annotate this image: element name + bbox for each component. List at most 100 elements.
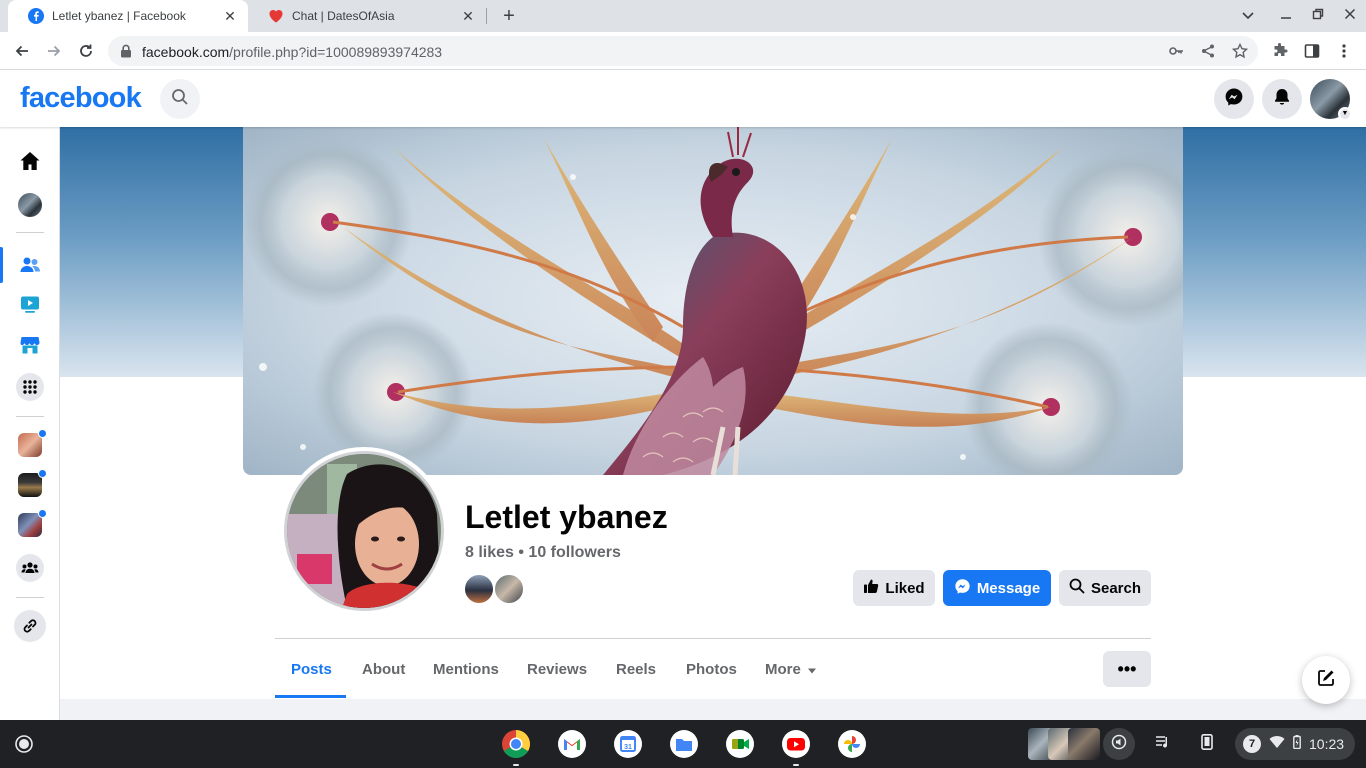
youtube-app-icon[interactable] bbox=[780, 728, 812, 766]
peacock-cover-image bbox=[243, 127, 1183, 475]
running-indicator bbox=[513, 764, 519, 766]
photos-app-icon[interactable] bbox=[836, 728, 868, 760]
profile-likes-followers[interactable]: 8 likes • 10 followers bbox=[465, 544, 621, 562]
sound-status-button[interactable] bbox=[1103, 728, 1135, 760]
watch-video-icon[interactable] bbox=[17, 291, 43, 317]
system-tray-button[interactable]: 7 10:23 bbox=[1235, 728, 1355, 760]
home-icon[interactable] bbox=[17, 148, 43, 174]
tab-more[interactable]: More bbox=[765, 661, 817, 678]
message-button[interactable]: Message bbox=[943, 570, 1051, 606]
profile-photo-image bbox=[287, 454, 441, 608]
close-tab-icon[interactable]: ✕ bbox=[222, 8, 238, 24]
liked-label: Liked bbox=[885, 579, 925, 597]
tab-reels[interactable]: Reels bbox=[616, 661, 656, 678]
facebook-search-button[interactable] bbox=[160, 79, 200, 119]
url-path: /profile.php?id=100089893974283 bbox=[229, 44, 443, 60]
search-label: Search bbox=[1090, 579, 1142, 597]
facebook-logo[interactable]: facebook bbox=[20, 82, 142, 115]
bell-icon bbox=[1272, 87, 1292, 112]
shortcut-page-2-avatar[interactable] bbox=[18, 469, 47, 497]
calendar-app-icon[interactable]: 31 bbox=[612, 728, 644, 760]
marketplace-icon[interactable] bbox=[17, 332, 43, 358]
tab-facebook[interactable]: Letlet ybanez | Facebook ✕ bbox=[8, 0, 248, 32]
files-app-icon[interactable] bbox=[668, 728, 700, 760]
unread-dot bbox=[38, 429, 47, 438]
playlist-icon bbox=[1155, 734, 1171, 755]
bookmark-star-icon[interactable] bbox=[1232, 43, 1248, 59]
tab-separator bbox=[486, 8, 487, 24]
profile-divider bbox=[275, 638, 1151, 639]
running-indicator bbox=[793, 764, 799, 766]
minimize-icon[interactable] bbox=[1276, 6, 1296, 26]
close-tab-icon[interactable]: ✕ bbox=[460, 8, 476, 24]
holding-space-thumbnails[interactable] bbox=[1028, 728, 1100, 760]
meet-app-icon[interactable] bbox=[724, 728, 756, 760]
search-icon bbox=[171, 88, 189, 111]
tab-reviews[interactable]: Reviews bbox=[527, 661, 587, 678]
feed-background bbox=[60, 699, 1366, 720]
reload-icon[interactable] bbox=[74, 39, 98, 63]
account-avatar-button[interactable]: ▼ bbox=[1310, 79, 1352, 121]
shortcut-page-3-avatar[interactable] bbox=[18, 509, 47, 537]
clock-time: 10:23 bbox=[1309, 736, 1345, 752]
chrome-app-icon[interactable] bbox=[500, 728, 532, 766]
caret-down-icon bbox=[807, 661, 817, 678]
facebook-icon bbox=[28, 8, 44, 24]
chrome-menu-icon[interactable] bbox=[1334, 41, 1354, 61]
key-icon[interactable] bbox=[1168, 43, 1184, 59]
phone-hub-button[interactable] bbox=[1191, 728, 1223, 760]
restore-icon[interactable] bbox=[1308, 6, 1328, 26]
messenger-button[interactable] bbox=[1214, 79, 1254, 119]
tab-posts[interactable]: Posts bbox=[291, 661, 332, 678]
address-bar[interactable]: facebook.com/profile.php?id=100089893974… bbox=[108, 36, 1258, 66]
cover-photo[interactable] bbox=[243, 127, 1183, 475]
forward-icon[interactable] bbox=[42, 39, 66, 63]
media-controls-button[interactable] bbox=[1147, 728, 1179, 760]
link-icon[interactable] bbox=[14, 610, 46, 642]
url-text: facebook.com/profile.php?id=100089893974… bbox=[142, 44, 442, 60]
new-tab-button[interactable]: + bbox=[498, 5, 520, 27]
tab-about[interactable]: About bbox=[362, 661, 405, 678]
back-icon[interactable] bbox=[10, 39, 34, 63]
side-panel-icon[interactable] bbox=[1302, 41, 1322, 61]
tab-search-icon[interactable] bbox=[1238, 6, 1258, 26]
close-window-icon[interactable] bbox=[1340, 6, 1360, 26]
profile-more-options-button[interactable]: ••• bbox=[1103, 651, 1151, 687]
profile-name: Letlet ybanez bbox=[465, 499, 668, 535]
tab-datesofasia[interactable]: Chat | DatesOfAsia ✕ bbox=[248, 0, 486, 32]
search-icon bbox=[1069, 578, 1085, 598]
active-tab-underline bbox=[275, 695, 346, 698]
profile-search-button[interactable]: Search bbox=[1059, 570, 1151, 606]
shortcut-page-1-avatar[interactable] bbox=[18, 429, 47, 457]
battery-icon bbox=[1293, 734, 1301, 754]
tab-photos[interactable]: Photos bbox=[686, 661, 737, 678]
facebook-header: facebook ▼ bbox=[0, 70, 1366, 127]
follower-avatar[interactable] bbox=[493, 573, 525, 605]
unread-dot bbox=[38, 469, 47, 478]
groups-icon[interactable] bbox=[16, 554, 44, 582]
tab-mentions[interactable]: Mentions bbox=[433, 661, 499, 678]
share-icon[interactable] bbox=[1200, 43, 1216, 59]
new-message-button[interactable] bbox=[1302, 656, 1350, 704]
profile-avatar-shortcut[interactable] bbox=[18, 193, 42, 217]
liked-button[interactable]: Liked bbox=[853, 570, 935, 606]
launcher-icon[interactable] bbox=[12, 732, 36, 756]
browser-toolbar: facebook.com/profile.php?id=100089893974… bbox=[0, 32, 1366, 70]
follower-avatar[interactable] bbox=[463, 573, 495, 605]
tab-title: Letlet ybanez | Facebook bbox=[52, 9, 186, 23]
left-navigation-rail bbox=[0, 127, 60, 720]
message-label: Message bbox=[976, 579, 1041, 597]
chevron-down-icon: ▼ bbox=[1338, 107, 1352, 121]
active-indicator bbox=[0, 247, 3, 283]
messenger-icon bbox=[1224, 87, 1244, 112]
unread-dot bbox=[38, 509, 47, 518]
profile-picture[interactable] bbox=[280, 447, 448, 615]
compose-icon bbox=[1316, 668, 1336, 693]
tab-strip: Letlet ybanez | Facebook ✕ Chat | DatesO… bbox=[0, 0, 1366, 32]
apps-grid-icon[interactable] bbox=[16, 373, 44, 401]
lock-icon[interactable] bbox=[120, 44, 132, 63]
gmail-app-icon[interactable] bbox=[556, 728, 588, 760]
extensions-icon[interactable] bbox=[1270, 41, 1290, 61]
friends-icon[interactable] bbox=[17, 252, 43, 278]
notifications-button[interactable] bbox=[1262, 79, 1302, 119]
